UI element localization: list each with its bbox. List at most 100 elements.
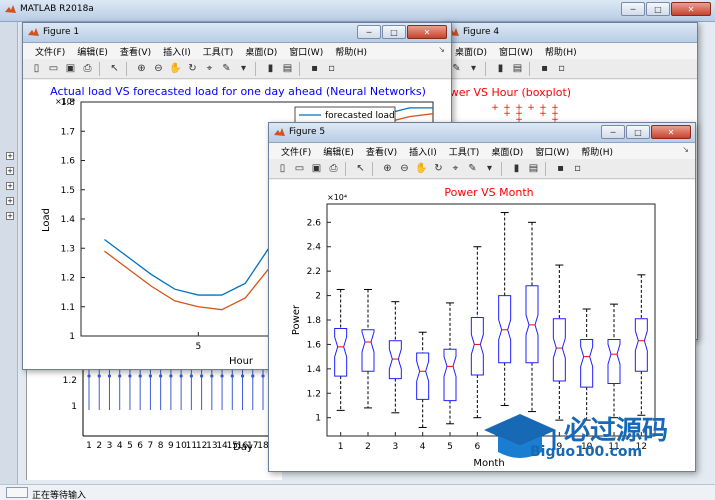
stem-marker [148,374,153,378]
pointer-icon[interactable]: ↖ [353,161,368,176]
pan-icon[interactable]: ✋ [414,161,429,176]
close-button[interactable]: ✕ [407,25,447,39]
y-tick-label: 1.2 [307,389,321,399]
figure-toolbar: ▯ ▭ ▣ ⎙ ↖ ⊕ ⊖ ✋ ↻ ⌖ ✎ ▾ ▮ ▤ ▪ ▫ [23,59,451,79]
y-tick-label: 1 [315,414,321,424]
brush-icon[interactable]: ✎ [465,161,480,176]
zoom-in-icon[interactable]: ⊕ [134,61,149,76]
colorbar-icon[interactable]: ▮ [493,61,508,76]
minimize-button[interactable]: ─ [621,2,645,16]
x-axis-label: Hour [229,356,254,367]
y-tick-label: 1.6 [307,340,322,350]
save-icon[interactable]: ▣ [63,61,78,76]
new-file-icon[interactable]: ▯ [275,161,290,176]
menu-window[interactable]: 窗口(W) [283,43,329,59]
link-icon[interactable]: ▾ [236,61,251,76]
save-icon[interactable]: ▣ [309,161,324,176]
hide-plot-tools-icon[interactable]: ▪ [537,61,552,76]
matlab-titlebar[interactable]: MATLAB R2018a ─ □ ✕ [0,0,715,22]
colorbar-icon[interactable]: ▮ [263,61,278,76]
menu-file[interactable]: 文件(F) [29,43,71,59]
rotate-3d-icon[interactable]: ↻ [185,61,200,76]
y-tick-label: 2.4 [307,243,322,253]
y-tick-label: 2.2 [307,267,321,277]
y-tick-label: 1.7 [61,127,75,137]
zoom-out-icon[interactable]: ⊖ [151,61,166,76]
legend-icon[interactable]: ▤ [280,61,295,76]
menu-file[interactable]: 文件(F) [275,143,317,159]
menu-desktop[interactable]: 桌面(D) [485,143,529,159]
maximize-button[interactable]: □ [382,25,406,39]
dock-arrow-icon[interactable]: ↘ [438,45,445,54]
maximize-button[interactable]: □ [626,125,650,139]
menu-window[interactable]: 窗口(W) [493,43,539,59]
x-tick-label: 8 [158,441,164,451]
figure-titlebar[interactable]: Figure 5 ─ □ ✕ [269,123,695,143]
x-tick-label: 2 [96,441,102,451]
zoom-out-icon[interactable]: ⊖ [397,161,412,176]
close-button[interactable]: ✕ [651,125,691,139]
tree-expand-icon[interactable]: + [6,167,14,175]
y-tick-label: 1 [71,402,77,412]
menu-window[interactable]: 窗口(W) [529,143,575,159]
legend-icon[interactable]: ▤ [526,161,541,176]
menu-insert[interactable]: 插入(I) [157,43,197,59]
stem-marker [118,374,122,378]
show-plot-tools-icon[interactable]: ▫ [570,161,585,176]
menu-desktop[interactable]: 桌面(D) [449,43,493,59]
new-file-icon[interactable]: ▯ [29,61,44,76]
tree-expand-icon[interactable]: + [6,182,14,190]
watermark-url: Biguo100.com [530,444,643,460]
colorbar-icon[interactable]: ▮ [509,161,524,176]
menu-view[interactable]: 查看(V) [114,43,157,59]
show-plot-tools-icon[interactable]: ▫ [324,61,339,76]
open-folder-icon[interactable]: ▭ [46,61,61,76]
dock-arrow-icon[interactable]: ↘ [682,145,689,154]
brush-icon[interactable]: ✎ [219,61,234,76]
menu-view[interactable]: 查看(V) [360,143,403,159]
minimize-button[interactable]: ─ [601,125,625,139]
y-tick-label: 1.4 [307,365,322,375]
link-icon[interactable]: ▾ [482,161,497,176]
show-plot-tools-icon[interactable]: ▫ [554,61,569,76]
y-tick-label: 2.6 [307,218,322,228]
figure-title: Figure 4 [463,27,500,37]
open-folder-icon[interactable]: ▭ [292,161,307,176]
figure-titlebar[interactable]: Figure 1 ─ □ ✕ [23,23,451,43]
close-button[interactable]: ✕ [671,2,711,16]
menu-desktop[interactable]: 桌面(D) [239,43,283,59]
link-icon[interactable]: ▾ [466,61,481,76]
print-icon[interactable]: ⎙ [80,61,95,76]
zoom-in-icon[interactable]: ⊕ [380,161,395,176]
rotate-3d-icon[interactable]: ↻ [431,161,446,176]
window-title: MATLAB R2018a [20,4,94,14]
menu-insert[interactable]: 插入(I) [403,143,443,159]
maximize-button[interactable]: □ [646,2,670,16]
menu-help[interactable]: 帮助(H) [539,43,583,59]
print-icon[interactable]: ⎙ [326,161,341,176]
hide-plot-tools-icon[interactable]: ▪ [307,61,322,76]
menu-edit[interactable]: 编辑(E) [317,143,360,159]
tree-expand-icon[interactable]: + [6,212,14,220]
minimize-button[interactable]: ─ [357,25,381,39]
figure-toolbar: ▯ ▭ ▣ ⎙ ↖ ⊕ ⊖ ✋ ↻ ⌖ ✎ ▾ ▮ ▤ ▪ ▫ [269,159,695,179]
menu-tools[interactable]: 工具(T) [197,43,240,59]
workspace-panel[interactable]: + + + + + [0,22,18,484]
pointer-icon[interactable]: ↖ [107,61,122,76]
hide-plot-tools-icon[interactable]: ▪ [553,161,568,176]
y-tick-label: 2 [315,292,321,302]
menu-help[interactable]: 帮助(H) [575,143,619,159]
menu-tools[interactable]: 工具(T) [443,143,486,159]
outlier-marker: + [503,109,511,119]
menu-bar: 文件(F) 编辑(E) 查看(V) 插入(I) 工具(T) 桌面(D) 窗口(W… [269,143,695,159]
outlier-marker: + [539,109,547,119]
tree-expand-icon[interactable]: + [6,197,14,205]
legend-icon[interactable]: ▤ [510,61,525,76]
menu-edit[interactable]: 编辑(E) [71,43,114,59]
pan-icon[interactable]: ✋ [168,61,183,76]
tree-expand-icon[interactable]: + [6,152,14,160]
figure-titlebar[interactable]: Figure 4 [443,23,697,43]
data-cursor-icon[interactable]: ⌖ [448,161,463,176]
data-cursor-icon[interactable]: ⌖ [202,61,217,76]
menu-help[interactable]: 帮助(H) [329,43,373,59]
